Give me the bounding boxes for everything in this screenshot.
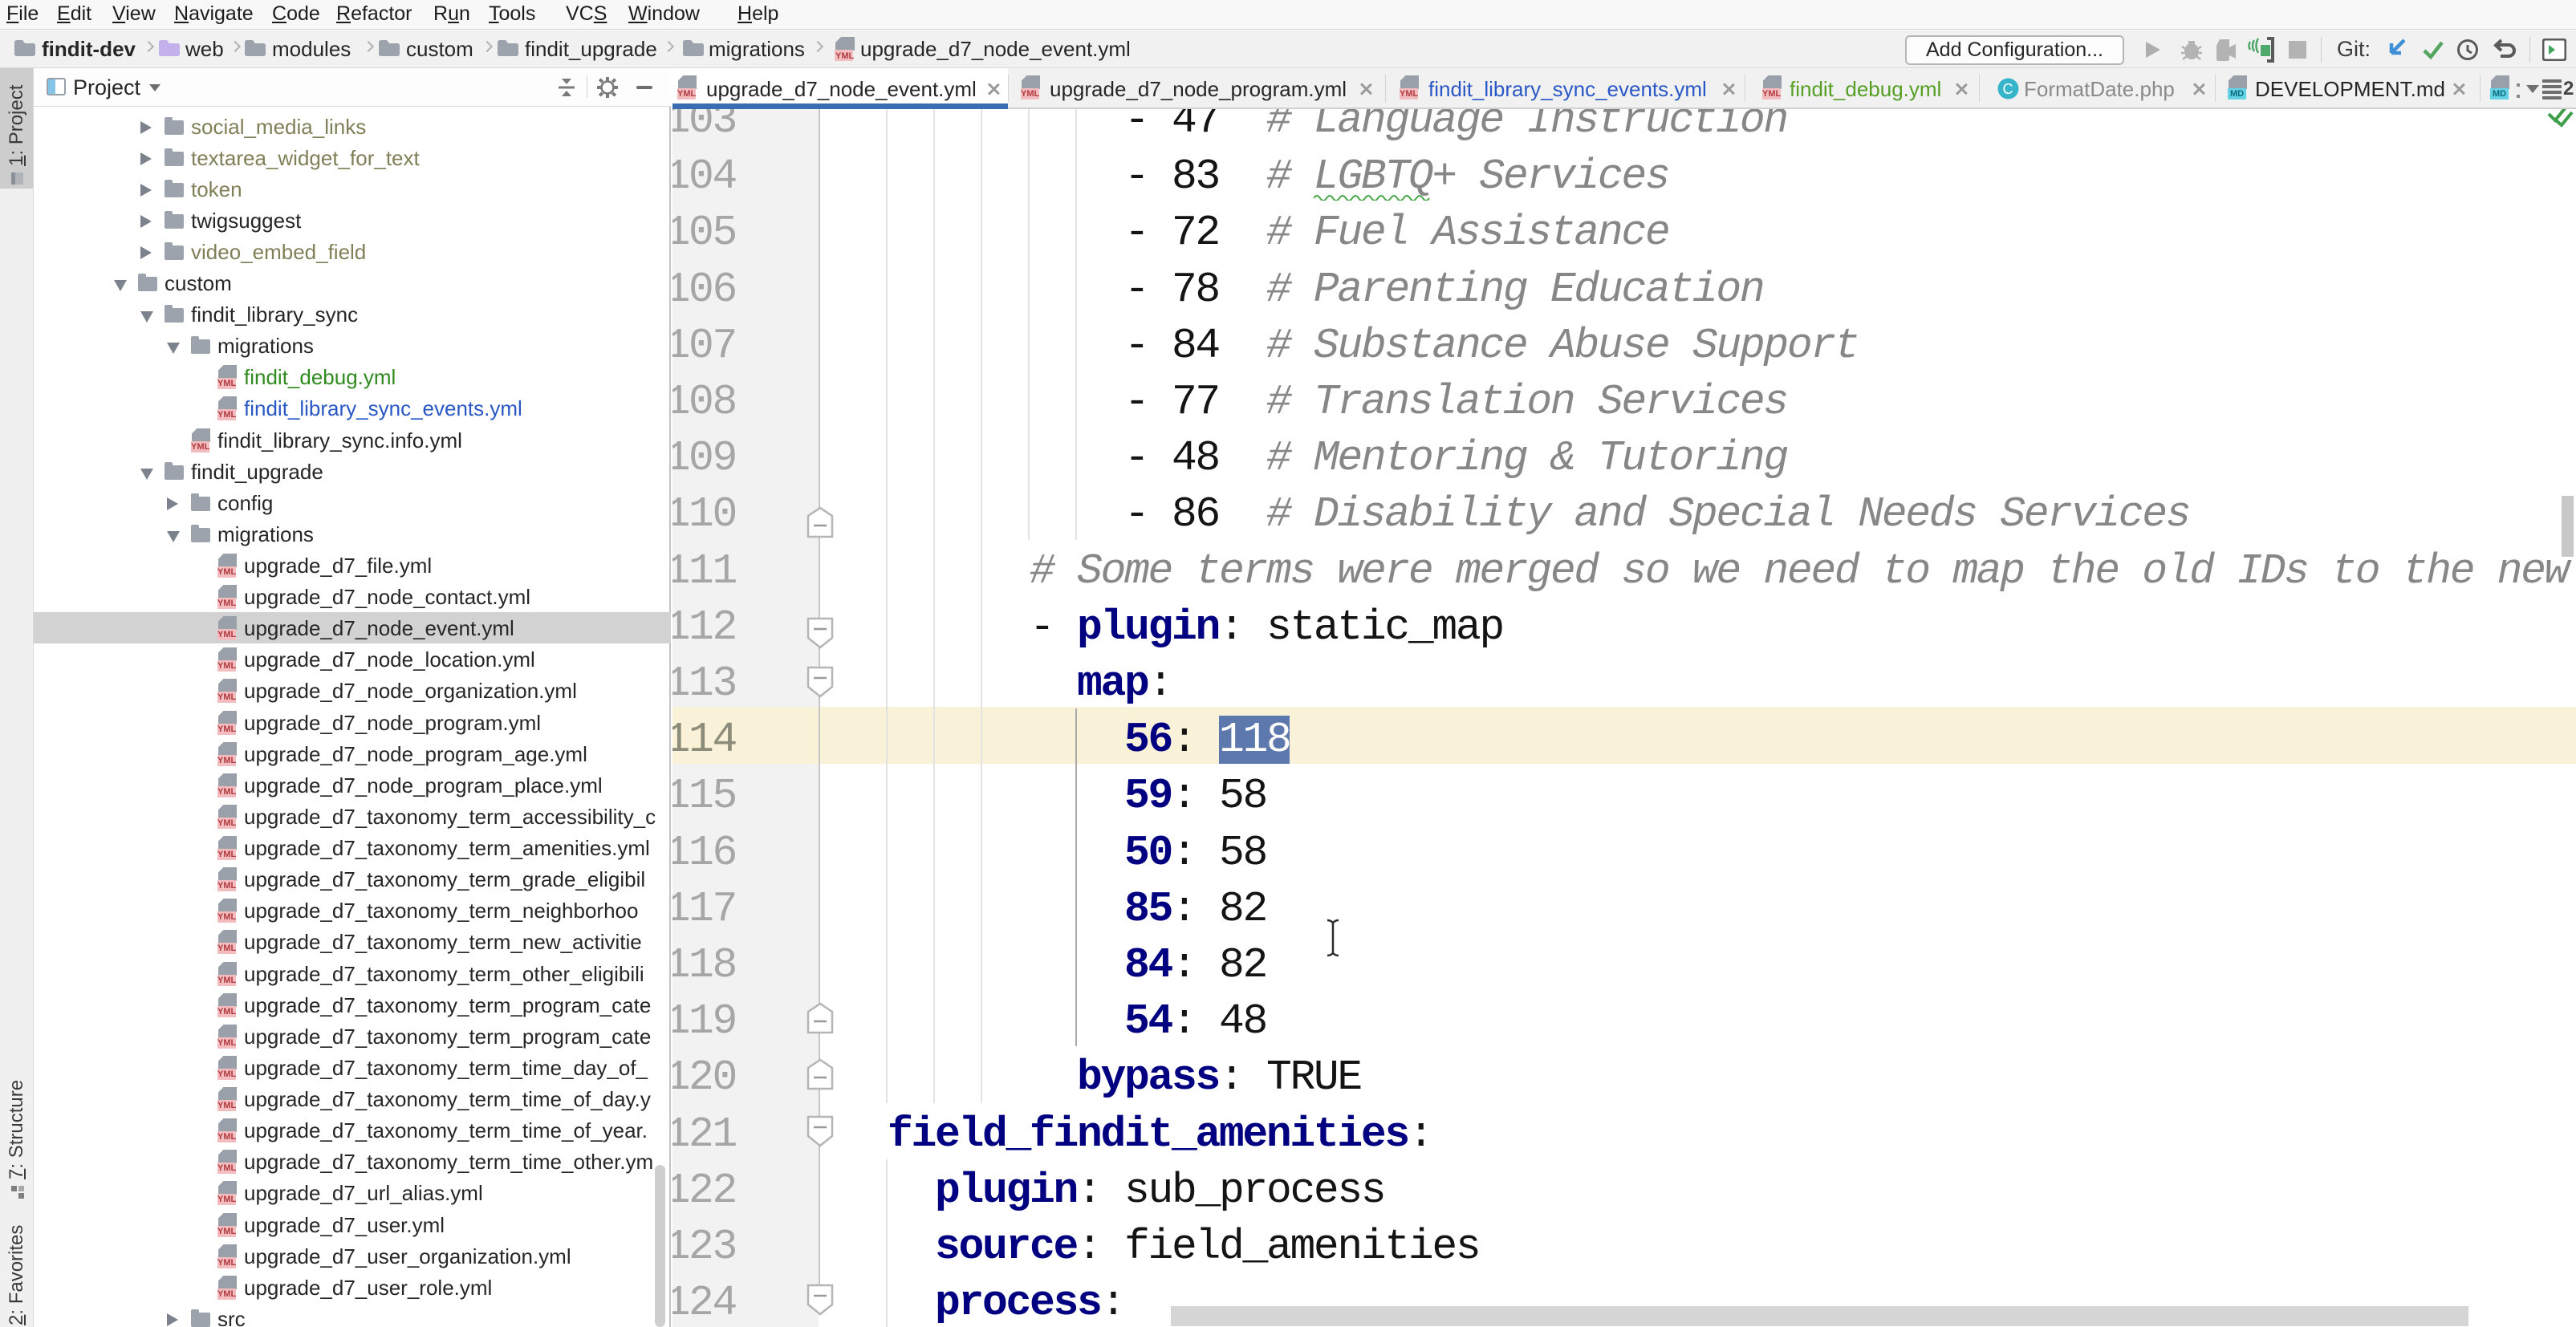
svg-text:YML: YML (835, 51, 855, 61)
svg-text:C: C (2003, 81, 2013, 97)
